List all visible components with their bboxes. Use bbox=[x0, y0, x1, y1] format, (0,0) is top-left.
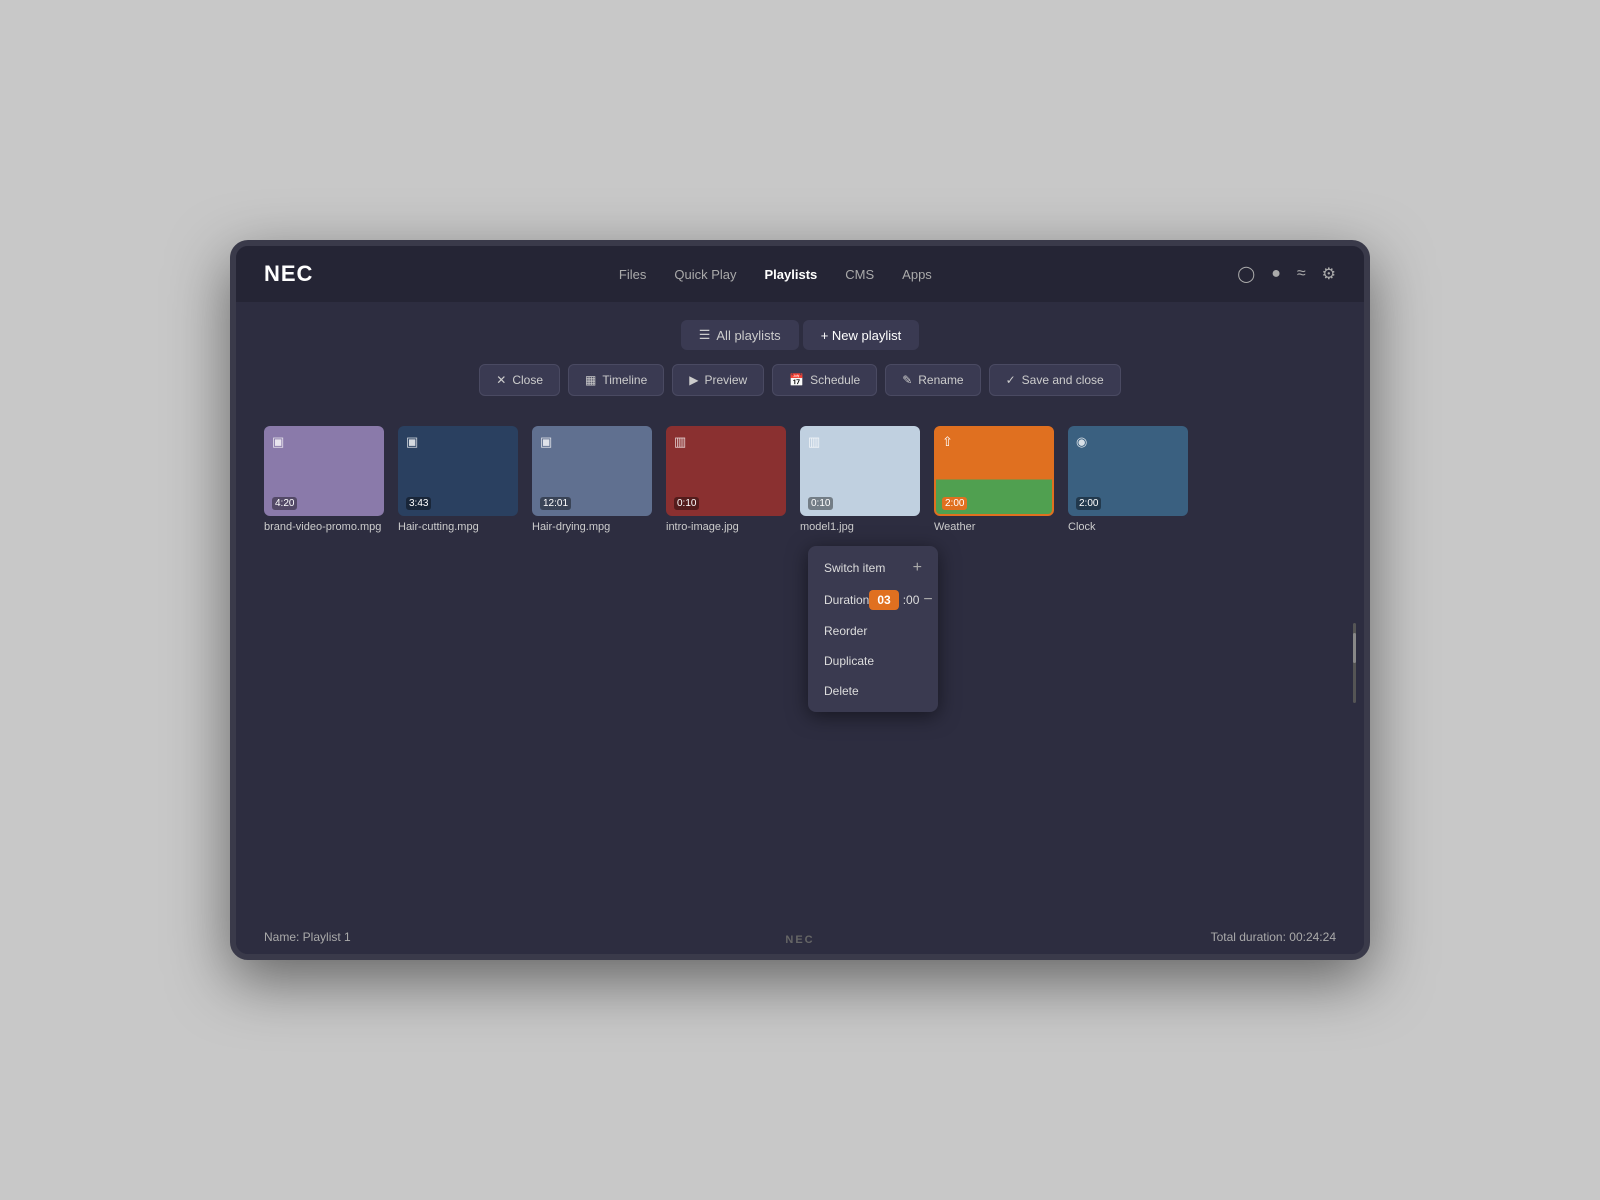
card-thumbnail-5: ▥ 0:10 bbox=[800, 426, 920, 516]
ctx-duplicate-label: Duplicate bbox=[824, 654, 874, 668]
timeline-icon: ▦ bbox=[585, 373, 596, 387]
nav-apps[interactable]: Apps bbox=[902, 267, 932, 282]
playlist-items: ▣ 4:20 brand-video-promo.mpg ▣ 3:43 Hair… bbox=[264, 426, 1336, 533]
logo: NEC bbox=[264, 261, 313, 287]
card-thumbnail-3: ▣ 12:01 bbox=[532, 426, 652, 516]
card-duration-1: 4:20 bbox=[272, 497, 297, 510]
rename-button[interactable]: ✎ Rename bbox=[885, 364, 980, 396]
footer-logo: NEC bbox=[785, 934, 814, 946]
wifi-icon[interactable]: ≈ bbox=[1297, 265, 1306, 283]
card-label-1: brand-video-promo.mpg bbox=[264, 521, 384, 533]
card-duration-2: 3:43 bbox=[406, 497, 431, 510]
ctx-plus-icon-0[interactable]: + bbox=[913, 560, 922, 576]
card-duration-3: 12:01 bbox=[540, 497, 571, 510]
video-icon-2: ▣ bbox=[406, 434, 418, 450]
new-playlist-button[interactable]: + New playlist bbox=[803, 320, 920, 350]
content-area: ▣ 4:20 brand-video-promo.mpg ▣ 3:43 Hair… bbox=[236, 406, 1364, 920]
toolbar-area: ☰ All playlists + New playlist ✕ Close ▦… bbox=[236, 302, 1364, 406]
close-icon: ✕ bbox=[496, 373, 506, 387]
header: NEC Files Quick Play Playlists CMS Apps … bbox=[236, 246, 1364, 302]
card-label-6: Weather bbox=[934, 521, 1054, 533]
playlist-name: Name: Playlist 1 bbox=[264, 930, 351, 944]
card-thumbnail-4: ▥ 0:10 bbox=[666, 426, 786, 516]
settings-icon[interactable]: ⚙ bbox=[1322, 264, 1336, 284]
tv-frame: NEC Files Quick Play Playlists CMS Apps … bbox=[230, 240, 1370, 960]
card-label-7: Clock bbox=[1068, 521, 1188, 533]
close-button[interactable]: ✕ Close bbox=[479, 364, 560, 396]
timeline-button[interactable]: ▦ Timeline bbox=[568, 364, 664, 396]
video-icon-3: ▣ bbox=[540, 434, 552, 450]
ctx-delete[interactable]: Delete bbox=[808, 676, 938, 706]
nav-quickplay[interactable]: Quick Play bbox=[674, 267, 736, 282]
tv-screen: NEC Files Quick Play Playlists CMS Apps … bbox=[236, 246, 1364, 954]
weather-icon: ⇧ bbox=[942, 434, 953, 450]
nav-cms[interactable]: CMS bbox=[845, 267, 874, 282]
ctx-reorder-label: Reorder bbox=[824, 624, 867, 638]
scroll-thumb bbox=[1353, 633, 1356, 663]
play-icon: ▶ bbox=[689, 373, 698, 387]
ctx-duration-label: Duration bbox=[824, 593, 869, 607]
duration-suffix: :00 bbox=[903, 593, 920, 607]
playlist-card-7[interactable]: ◉ 2:00 Clock bbox=[1068, 426, 1188, 533]
card-thumbnail-1: ▣ 4:20 bbox=[264, 426, 384, 516]
total-duration: Total duration: 00:24:24 bbox=[1211, 930, 1336, 944]
card-thumbnail-2: ▣ 3:43 bbox=[398, 426, 518, 516]
card-duration-4: 0:10 bbox=[674, 497, 699, 510]
ctx-switch-label: Switch item bbox=[824, 561, 885, 575]
scroll-indicator bbox=[1353, 623, 1356, 703]
clock-icon: ◉ bbox=[1076, 434, 1087, 450]
ctx-reorder[interactable]: Reorder bbox=[808, 616, 938, 646]
list-icon: ☰ bbox=[699, 327, 711, 343]
image-icon-5: ▥ bbox=[808, 434, 820, 450]
card-label-4: intro-image.jpg bbox=[666, 521, 786, 533]
nav-playlists[interactable]: Playlists bbox=[765, 267, 818, 282]
main-nav: Files Quick Play Playlists CMS Apps bbox=[619, 267, 932, 282]
card-duration-7: 2:00 bbox=[1076, 497, 1101, 510]
schedule-icon: 📅 bbox=[789, 373, 804, 387]
ctx-switch-item[interactable]: Switch item + bbox=[808, 552, 938, 584]
playlist-card-2[interactable]: ▣ 3:43 Hair-cutting.mpg bbox=[398, 426, 518, 533]
image-icon-4: ▥ bbox=[674, 434, 686, 450]
rename-icon: ✎ bbox=[902, 373, 912, 387]
nav-files[interactable]: Files bbox=[619, 267, 646, 282]
user-icon[interactable]: ◯ bbox=[1237, 264, 1255, 284]
card-thumbnail-7: ◉ 2:00 bbox=[1068, 426, 1188, 516]
card-label-3: Hair-drying.mpg bbox=[532, 521, 652, 533]
context-menu: Switch item + Duration 03 :00 − Reorder … bbox=[808, 546, 938, 712]
ctx-delete-label: Delete bbox=[824, 684, 859, 698]
playlist-card-4[interactable]: ▥ 0:10 intro-image.jpg bbox=[666, 426, 786, 533]
ctx-duplicate[interactable]: Duplicate bbox=[808, 646, 938, 676]
card-thumbnail-6: ⇧ 2:00 bbox=[934, 426, 1054, 516]
card-label-2: Hair-cutting.mpg bbox=[398, 521, 518, 533]
playlist-card-6[interactable]: ⇧ 2:00 Weather bbox=[934, 426, 1054, 533]
playlist-card-3[interactable]: ▣ 12:01 Hair-drying.mpg bbox=[532, 426, 652, 533]
all-playlists-button[interactable]: ☰ All playlists bbox=[681, 320, 799, 350]
preview-button[interactable]: ▶ Preview bbox=[672, 364, 764, 396]
card-duration-5: 0:10 bbox=[808, 497, 833, 510]
playlist-card-1[interactable]: ▣ 4:20 brand-video-promo.mpg bbox=[264, 426, 384, 533]
save-icon: ✓ bbox=[1006, 373, 1016, 387]
header-icons: ◯ ● ≈ ⚙ bbox=[1237, 264, 1336, 284]
top-buttons: ☰ All playlists + New playlist bbox=[681, 320, 920, 350]
video-icon-1: ▣ bbox=[272, 434, 284, 450]
ctx-duration-row[interactable]: Duration 03 :00 − bbox=[808, 584, 938, 616]
duration-input: 03 :00 − bbox=[869, 590, 932, 610]
card-label-5: model1.jpg bbox=[800, 521, 920, 533]
schedule-button[interactable]: 📅 Schedule bbox=[772, 364, 877, 396]
save-close-button[interactable]: ✓ Save and close bbox=[989, 364, 1121, 396]
action-bar: ✕ Close ▦ Timeline ▶ Preview 📅 Schedule … bbox=[479, 364, 1120, 396]
duration-value[interactable]: 03 bbox=[869, 590, 898, 610]
globe-icon[interactable]: ● bbox=[1271, 265, 1281, 283]
ctx-minus-icon[interactable]: − bbox=[923, 592, 932, 608]
card-duration-6: 2:00 bbox=[942, 497, 967, 510]
playlist-card-5[interactable]: ▥ 0:10 model1.jpg bbox=[800, 426, 920, 533]
